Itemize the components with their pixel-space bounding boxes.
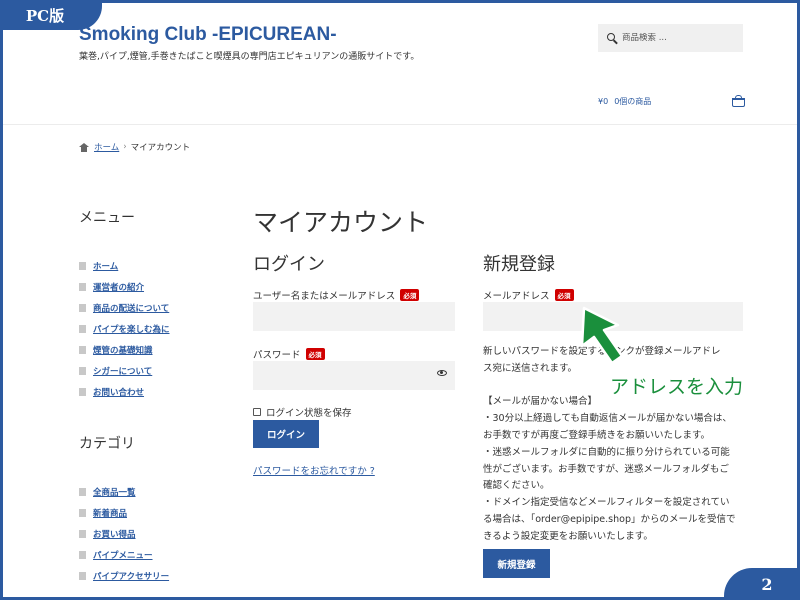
page-number-badge: 2 xyxy=(724,568,800,600)
cart-count: 0個の商品 xyxy=(614,96,652,106)
username-input[interactable] xyxy=(253,302,455,331)
document-icon xyxy=(79,345,86,354)
required-badge: 必須 xyxy=(554,289,574,301)
forgot-password-link[interactable]: パスワードをお忘れですか ? xyxy=(253,463,375,477)
sidebar-menu-item[interactable]: 運営者の紹介 xyxy=(79,276,170,297)
category-link-pipe-accessory[interactable]: パイプアクセサリー xyxy=(93,570,169,582)
document-icon xyxy=(79,366,86,375)
category-link-sale[interactable]: お買い得品 xyxy=(93,528,136,540)
sidebar-category-item[interactable]: 全商品一覧 xyxy=(79,481,169,502)
search-icon xyxy=(607,33,615,41)
sidebar-menu-item[interactable]: ホーム xyxy=(79,255,170,276)
search-input[interactable] xyxy=(622,33,732,43)
sidebar-link-home[interactable]: ホーム xyxy=(93,260,118,272)
required-badge: 必須 xyxy=(400,289,420,301)
document-icon xyxy=(79,324,86,333)
home-icon xyxy=(79,142,89,152)
email-label: メールアドレス 必須 xyxy=(483,288,574,302)
login-button[interactable]: ログイン xyxy=(253,420,319,448)
cart-amount: ¥0 xyxy=(598,96,609,106)
sidebar-category-item[interactable]: お買い得品 xyxy=(79,523,169,544)
cart-basket-icon xyxy=(732,95,745,107)
sidebar-category-item[interactable]: パイプアクセサリー xyxy=(79,565,169,586)
sidebar-link-kiseru[interactable]: 煙管の基礎知識 xyxy=(93,344,153,356)
category-link-all[interactable]: 全商品一覧 xyxy=(93,486,136,498)
document-icon xyxy=(79,529,86,538)
info-line: る場合は、「order@epipipe.shop」からのメールを受信で xyxy=(483,513,736,525)
sidebar-menu-item[interactable]: 煙管の基礎知識 xyxy=(79,339,170,360)
sidebar-category-item[interactable]: 新着商品 xyxy=(79,502,169,523)
pc-version-badge: PC版 xyxy=(0,0,102,30)
annotation-text: アドレスを入力 xyxy=(610,376,744,398)
password-label-text: パスワード xyxy=(253,350,301,361)
sidebar-menu-item[interactable]: シガーについて xyxy=(79,360,170,381)
document-icon xyxy=(79,550,86,559)
sidebar-menu-list: ホーム 運営者の紹介 商品の配送について パイプを楽しむ為に 煙管の基礎知識 シ… xyxy=(79,255,170,402)
info-line: ・迷惑メールフォルダに自動的に振り分けられている可能 xyxy=(483,446,730,458)
document-icon xyxy=(79,303,86,312)
document-icon xyxy=(79,387,86,396)
category-link-pipe-menu[interactable]: パイプメニュー xyxy=(93,549,153,561)
info-line: きるよう設定変更をお願いいたします。 xyxy=(483,530,653,542)
info-line: 性がございます。お手数ですが、迷惑メールフォルダもご xyxy=(483,463,729,475)
breadcrumb-home-link[interactable]: ホーム xyxy=(94,141,119,153)
site-title[interactable]: Smoking Club -EPICUREAN- xyxy=(79,24,337,46)
sidebar-menu-item[interactable]: 商品の配送について xyxy=(79,297,170,318)
breadcrumb-current: マイアカウント xyxy=(130,143,191,153)
username-label: ユーザー名またはメールアドレス 必須 xyxy=(253,288,420,302)
site-description: 葉巻,パイプ,煙管,手巻きたばこと喫煙具の専門店エピキュリアンの通販サイトです。 xyxy=(79,52,420,62)
sidebar-category-heading: カテゴリ xyxy=(79,436,135,452)
required-badge: 必須 xyxy=(305,348,325,360)
email-label-text: メールアドレス xyxy=(483,291,550,302)
page-title: マイアカウント xyxy=(253,208,429,237)
document-icon xyxy=(79,508,86,517)
sidebar-menu-item[interactable]: お問い合わせ xyxy=(79,381,170,402)
sidebar-menu-heading: メニュー xyxy=(79,210,135,226)
password-label: パスワード 必須 xyxy=(253,347,325,361)
document-icon xyxy=(79,487,86,496)
breadcrumb-separator: › xyxy=(123,142,127,152)
info-line: お手数ですが再度ご登録手続きをお願いいたします。 xyxy=(483,429,711,441)
remember-me[interactable]: ログイン状態を保存 xyxy=(253,405,352,419)
register-button[interactable]: 新規登録 xyxy=(483,549,550,578)
category-link-new[interactable]: 新着商品 xyxy=(93,507,127,519)
sidebar-link-shipping[interactable]: 商品の配送について xyxy=(93,302,169,314)
breadcrumb: ホーム › マイアカウント xyxy=(79,141,190,153)
info-line: 確認ください。 xyxy=(483,480,550,492)
info-line: ・30分以上経過しても自動返信メールが届かない場合は、 xyxy=(483,413,732,425)
search-box[interactable] xyxy=(598,24,743,52)
cart-link[interactable]: ¥0 0個の商品 xyxy=(598,94,745,108)
annotation-arrow-icon xyxy=(580,306,624,365)
document-icon xyxy=(79,261,86,270)
sidebar-category-item[interactable]: パイプメニュー xyxy=(79,544,169,565)
document-icon xyxy=(79,571,86,580)
sidebar-link-cigar[interactable]: シガーについて xyxy=(93,365,152,377)
register-heading: 新規登録 xyxy=(483,254,555,275)
header-divider xyxy=(3,124,797,125)
sidebar-link-pipe-guide[interactable]: パイプを楽しむ為に xyxy=(93,323,170,335)
remember-me-checkbox[interactable] xyxy=(253,408,261,416)
password-input[interactable] xyxy=(253,361,455,390)
login-heading: ログイン xyxy=(253,254,325,275)
username-label-text: ユーザー名またはメールアドレス xyxy=(253,291,396,302)
sidebar-menu-item[interactable]: パイプを楽しむ為に xyxy=(79,318,170,339)
sidebar-category-list: 全商品一覧 新着商品 お買い得品 パイプメニュー パイプアクセサリー xyxy=(79,481,169,586)
info-line: ・ドメイン指定受信などメールフィルターを設定されてい xyxy=(483,497,730,509)
sidebar-link-about[interactable]: 運営者の紹介 xyxy=(93,281,144,293)
show-password-eye-icon[interactable] xyxy=(437,370,447,376)
remember-me-label: ログイン状態を保存 xyxy=(266,408,352,419)
document-icon xyxy=(79,282,86,291)
sidebar-link-contact[interactable]: お問い合わせ xyxy=(93,386,144,398)
